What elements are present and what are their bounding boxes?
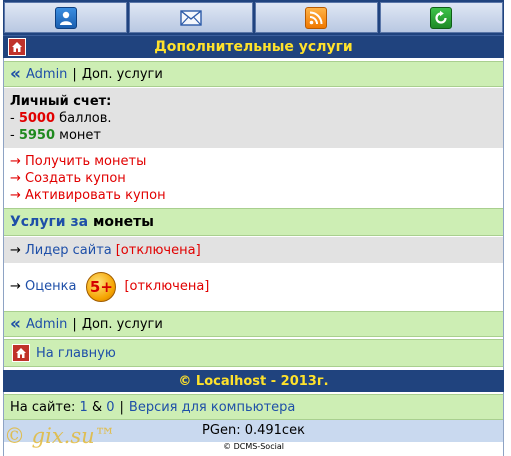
copyright-bar: © Localhost - 2013г. (3, 370, 504, 392)
coins-value: 5950 (18, 127, 56, 143)
online-users-link[interactable]: 1 (80, 400, 88, 415)
back-chevron-icon[interactable]: « (10, 65, 21, 83)
online-guests-link[interactable]: 0 (106, 400, 114, 415)
get-coins-link[interactable]: → Получить монеты (10, 153, 146, 170)
online-label: На сайте: (10, 399, 76, 415)
watermark-logo: © gix.su™ (4, 424, 116, 448)
user-icon (54, 6, 77, 29)
home-link[interactable]: На главную (36, 346, 116, 361)
breadcrumb-user-link[interactable]: Admin (26, 67, 67, 82)
activate-coupon-link[interactable]: → Активировать купон (10, 187, 166, 204)
back-chevron-icon[interactable]: « (10, 315, 21, 333)
profile-button[interactable] (4, 2, 128, 33)
refresh-icon (430, 6, 453, 29)
refresh-button[interactable] (379, 2, 503, 33)
breadcrumb: « Admin | Доп. услуги (4, 61, 503, 87)
mail-icon (180, 7, 202, 29)
coins-unit: монет (59, 127, 101, 143)
action-links: → Получить монеты → Создать купон → Акти… (4, 150, 503, 206)
services-heading: Услуги за монеты (4, 208, 503, 236)
service-leader-row: → Лидер сайта [отключена] (4, 237, 503, 263)
page-title: Дополнительные услуги (154, 39, 353, 55)
top-nav-bar (3, 0, 504, 35)
rss-button[interactable] (254, 2, 378, 33)
service-rating-row: → Оценка 5+ [отключена] (4, 264, 503, 309)
account-panel: Личный счет: - 5000 баллов. - 5950 монет (4, 88, 503, 148)
arrow-icon: → (10, 242, 26, 258)
breadcrumb-separator: | (72, 66, 77, 82)
service-rating-link[interactable]: Оценка (25, 279, 76, 294)
mail-button[interactable] (129, 2, 253, 33)
service-rating-status: [отключена] (124, 279, 210, 294)
account-heading: Личный счет: (10, 93, 112, 109)
breadcrumb-current: Доп. услуги (81, 316, 163, 332)
breadcrumb-current: Доп. услуги (81, 66, 163, 82)
points-value: 5000 (18, 110, 56, 126)
home-link-row: На главную (4, 339, 503, 367)
desktop-version-link[interactable]: Версия для компьютера (129, 400, 295, 415)
rss-icon (305, 6, 328, 29)
breadcrumb-separator: | (72, 316, 77, 332)
rating-badge-icon: 5+ (86, 271, 117, 302)
points-line: - 5000 баллов. (10, 110, 112, 126)
service-leader-link[interactable]: Лидер сайта (25, 243, 112, 258)
coins-line: - 5950 монет (10, 127, 101, 143)
page-header: Дополнительные услуги (3, 35, 504, 58)
home-icon (12, 344, 30, 362)
points-unit: баллов. (59, 110, 112, 126)
create-coupon-link[interactable]: → Создать купон (10, 170, 126, 187)
online-row: На сайте: 1 & 0 | Версия для компьютера (4, 394, 503, 420)
breadcrumb-bottom: « Admin | Доп. услуги (4, 311, 503, 337)
service-leader-status: [отключена] (115, 242, 201, 258)
home-icon[interactable] (8, 38, 26, 56)
arrow-icon: → (10, 279, 26, 294)
breadcrumb-user-link[interactable]: Admin (26, 317, 67, 332)
